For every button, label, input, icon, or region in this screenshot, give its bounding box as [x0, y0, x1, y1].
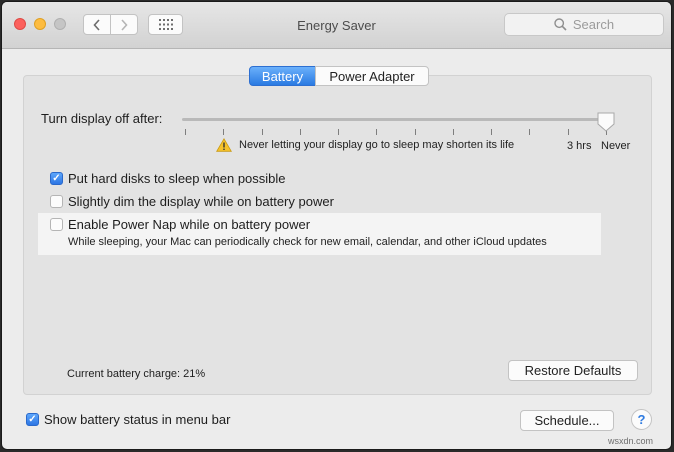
slider-thumb[interactable]: [597, 112, 615, 132]
display-sleep-label: Turn display off after:: [41, 111, 163, 126]
slider-tick: [185, 129, 186, 135]
option-dim-display[interactable]: Slightly dim the display while on batter…: [50, 194, 334, 209]
slider-tick: [300, 129, 301, 135]
display-sleep-slider[interactable]: [182, 118, 614, 121]
watermark: wsxdn.com: [608, 436, 654, 446]
slider-tick: [529, 129, 530, 135]
show-battery-status-label: Show battery status in menu bar: [44, 412, 231, 427]
option-power-nap-label: Enable Power Nap while on battery power: [68, 217, 311, 232]
warning-text: Never letting your display go to sleep m…: [239, 139, 515, 151]
restore-defaults-button[interactable]: Restore Defaults: [508, 360, 638, 381]
schedule-button[interactable]: Schedule...: [520, 410, 614, 431]
title-bar: Energy Saver Search: [2, 2, 671, 49]
checkbox-dim-display[interactable]: [50, 195, 63, 208]
slider-tick: [262, 129, 263, 135]
slider-tick: [415, 129, 416, 135]
warning-icon: [216, 138, 232, 152]
slider-tick: [223, 129, 224, 135]
slider-tick: [376, 129, 377, 135]
search-placeholder: Search: [572, 17, 615, 32]
tab-battery[interactable]: Battery: [249, 66, 316, 86]
slider-tick: [491, 129, 492, 135]
help-button[interactable]: ?: [631, 409, 652, 430]
checkbox-show-battery-status[interactable]: ✓: [26, 413, 39, 426]
sleep-warning: Never letting your display go to sleep m…: [216, 138, 514, 152]
power-nap-description: While sleeping, your Mac can periodicall…: [68, 236, 547, 248]
checkbox-hard-disk-sleep[interactable]: ✓: [50, 172, 63, 185]
search-icon: [554, 18, 567, 31]
option-dim-display-label: Slightly dim the display while on batter…: [68, 194, 334, 209]
option-power-nap[interactable]: Enable Power Nap while on battery power: [50, 217, 310, 232]
slider-tick: [338, 129, 339, 135]
tick-label-3hrs: 3 hrs: [567, 140, 592, 152]
battery-charge-text: Current battery charge: 21%: [67, 368, 206, 380]
energy-saver-window: Energy Saver Search Battery Power Adapte…: [1, 1, 672, 450]
slider-tick: [568, 129, 569, 135]
search-field[interactable]: Search: [504, 13, 664, 36]
option-hard-disk-sleep-label: Put hard disks to sleep when possible: [68, 171, 286, 186]
checkbox-power-nap[interactable]: [50, 218, 63, 231]
slider-tick: [453, 129, 454, 135]
tab-power-adapter[interactable]: Power Adapter: [315, 66, 429, 86]
tick-label-never: Never: [601, 140, 631, 152]
option-hard-disk-sleep[interactable]: ✓ Put hard disks to sleep when possible: [50, 171, 286, 186]
option-show-battery-status[interactable]: ✓ Show battery status in menu bar: [26, 412, 230, 427]
